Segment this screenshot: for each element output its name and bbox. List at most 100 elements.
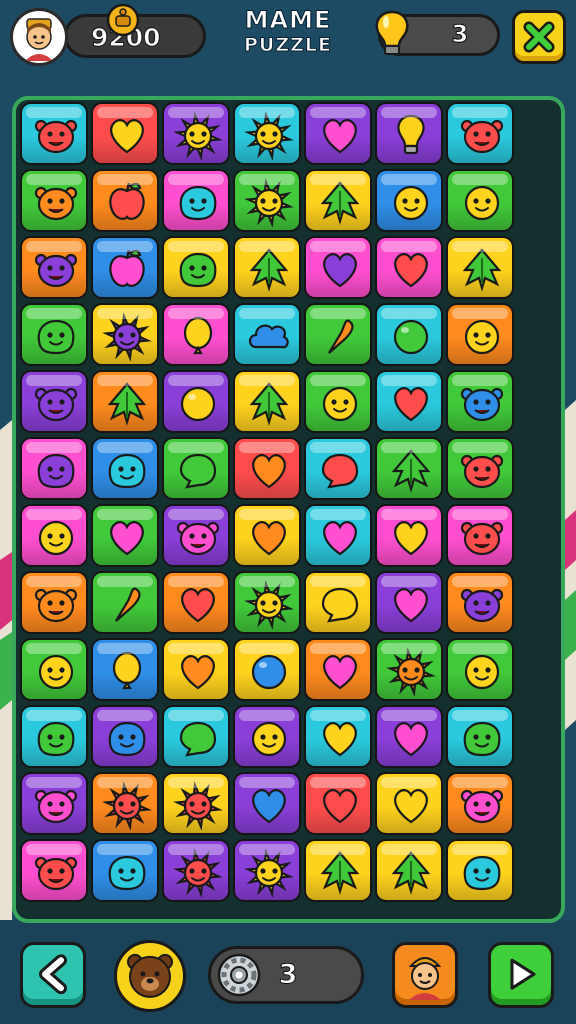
tile-4-5[interactable] — [304, 303, 372, 366]
tile-11-5[interactable] — [304, 772, 372, 835]
tile-4-6[interactable] — [375, 303, 443, 366]
player-avatar-icon[interactable] — [10, 8, 68, 66]
tile-1-5[interactable] — [304, 102, 372, 165]
tile-11-4[interactable] — [233, 772, 301, 835]
tile-8-6[interactable] — [375, 571, 443, 634]
tile-7-1[interactable] — [20, 504, 88, 567]
tile-8-2[interactable] — [91, 571, 159, 634]
tile-11-2[interactable] — [91, 772, 159, 835]
tile-9-6[interactable] — [375, 638, 443, 701]
tile-5-6[interactable] — [375, 370, 443, 433]
tile-9-4[interactable] — [233, 638, 301, 701]
tile-1-2[interactable] — [91, 102, 159, 165]
tile-6-3[interactable] — [162, 437, 230, 500]
tile-2-1[interactable] — [20, 169, 88, 232]
tile-7-7[interactable] — [446, 504, 514, 567]
tile-4-3[interactable] — [162, 303, 230, 366]
tile-2-5[interactable] — [304, 169, 372, 232]
tile-1-1[interactable] — [20, 102, 88, 165]
tile-6-2[interactable] — [91, 437, 159, 500]
tile-1-6[interactable] — [375, 102, 443, 165]
tile-6-4[interactable] — [233, 437, 301, 500]
tile-10-5[interactable] — [304, 705, 372, 768]
tile-6-5[interactable] — [304, 437, 372, 500]
tile-3-3[interactable] — [162, 236, 230, 299]
tile-2-6[interactable] — [375, 169, 443, 232]
tile-8-5[interactable] — [304, 571, 372, 634]
monster-icon — [34, 253, 78, 288]
tile-12-5[interactable] — [304, 839, 372, 902]
play-button[interactable] — [488, 942, 554, 1008]
tile-3-2[interactable] — [91, 236, 159, 299]
tile-6-7[interactable] — [446, 437, 514, 500]
tile-7-3[interactable] — [162, 504, 230, 567]
tile-8-3[interactable] — [162, 571, 230, 634]
tile-10-3[interactable] — [162, 705, 230, 768]
blob-icon — [37, 721, 75, 757]
tile-3-1[interactable] — [20, 236, 88, 299]
tile-5-3[interactable] — [162, 370, 230, 433]
tile-7-2[interactable] — [91, 504, 159, 567]
tile-12-7[interactable] — [446, 839, 514, 902]
heart-icon — [323, 789, 357, 824]
close-button[interactable] — [512, 10, 566, 64]
tile-2-4[interactable] — [233, 169, 301, 232]
tile-7-5[interactable] — [304, 504, 372, 567]
tile-6-6[interactable] — [375, 437, 443, 500]
tile-10-6[interactable] — [375, 705, 443, 768]
tile-5-4[interactable] — [233, 370, 301, 433]
tile-10-1[interactable] — [20, 705, 88, 768]
tile-2-2[interactable] — [91, 169, 159, 232]
tile-11-3[interactable] — [162, 772, 230, 835]
tile-12-2[interactable] — [91, 839, 159, 902]
tile-9-5[interactable] — [304, 638, 372, 701]
tile-4-7[interactable] — [446, 303, 514, 366]
tile-7-4[interactable] — [233, 504, 301, 567]
tile-9-3[interactable] — [162, 638, 230, 701]
sun-icon — [244, 580, 294, 629]
tile-12-1[interactable] — [20, 839, 88, 902]
monster-icon — [34, 856, 78, 891]
tile-2-7[interactable] — [446, 169, 514, 232]
sun-icon — [386, 647, 436, 696]
tile-3-6[interactable] — [375, 236, 443, 299]
tile-12-6[interactable] — [375, 839, 443, 902]
tile-11-7[interactable] — [446, 772, 514, 835]
tile-8-7[interactable] — [446, 571, 514, 634]
tile-1-3[interactable] — [162, 102, 230, 165]
tile-4-2[interactable] — [91, 303, 159, 366]
heart-icon — [110, 119, 144, 154]
back-button[interactable] — [20, 942, 86, 1008]
tile-10-7[interactable] — [446, 705, 514, 768]
tile-9-1[interactable] — [20, 638, 88, 701]
tile-5-5[interactable] — [304, 370, 372, 433]
bear-button[interactable] — [114, 940, 186, 1012]
tile-12-4[interactable] — [233, 839, 301, 902]
tile-12-3[interactable] — [162, 839, 230, 902]
tile-8-1[interactable] — [20, 571, 88, 634]
tile-11-6[interactable] — [375, 772, 443, 835]
tile-5-2[interactable] — [91, 370, 159, 433]
tile-11-1[interactable] — [20, 772, 88, 835]
top-bar: 9200 MAME PUZZLE 3 — [0, 0, 576, 80]
tile-1-7[interactable] — [446, 102, 514, 165]
tile-3-7[interactable] — [446, 236, 514, 299]
tile-1-4[interactable] — [233, 102, 301, 165]
tile-8-4[interactable] — [233, 571, 301, 634]
tile-4-4[interactable] — [233, 303, 301, 366]
gear-icon[interactable] — [216, 952, 262, 998]
tile-6-1[interactable] — [20, 437, 88, 500]
tile-10-2[interactable] — [91, 705, 159, 768]
heart-icon — [323, 119, 357, 154]
tile-2-3[interactable] — [162, 169, 230, 232]
character-button[interactable] — [392, 942, 458, 1008]
tile-9-2[interactable] — [91, 638, 159, 701]
tile-10-4[interactable] — [233, 705, 301, 768]
tile-5-7[interactable] — [446, 370, 514, 433]
tile-3-5[interactable] — [304, 236, 372, 299]
tile-7-6[interactable] — [375, 504, 443, 567]
tile-3-4[interactable] — [233, 236, 301, 299]
tile-4-1[interactable] — [20, 303, 88, 366]
tile-9-7[interactable] — [446, 638, 514, 701]
tile-5-1[interactable] — [20, 370, 88, 433]
